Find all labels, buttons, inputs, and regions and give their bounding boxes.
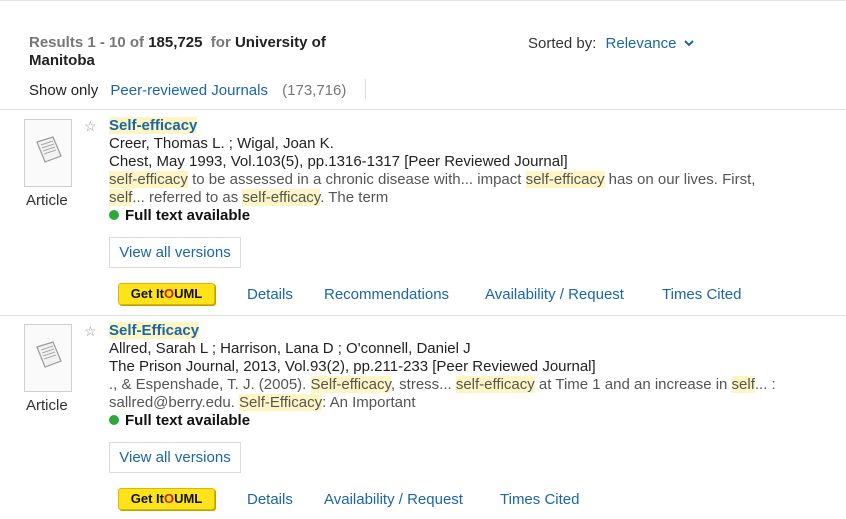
document-page-icon[interactable] bbox=[24, 119, 72, 187]
record-source: Chest, May 1993, Vol.103(5), pp.1316-131… bbox=[109, 153, 568, 170]
record-type: Article bbox=[26, 397, 68, 414]
star-outline-icon[interactable]: ☆ bbox=[84, 118, 97, 135]
record-title[interactable]: Self-Efficacy bbox=[109, 322, 200, 339]
record-title[interactable]: Self-efficacy bbox=[109, 117, 198, 134]
availability-request-link[interactable]: Availability / Request bbox=[324, 491, 463, 509]
filter-row: Show only Peer-reviewed Journals (173,71… bbox=[29, 79, 366, 100]
results-range: Results 1 - 10 of bbox=[29, 34, 145, 51]
snippet-text: ... referred to as bbox=[132, 189, 243, 206]
get-it-button[interactable]: Get ItOUML bbox=[118, 283, 215, 305]
peer-reviewed-facet-link[interactable]: Peer-reviewed Journals bbox=[110, 82, 268, 99]
snippet-text: , stress... bbox=[390, 376, 456, 393]
snippet-highlight: self-efficacy bbox=[242, 189, 321, 206]
snippet-highlight: self bbox=[731, 376, 755, 393]
green-dot-icon bbox=[109, 415, 119, 425]
results-summary: Results 1 - 10 of 185,725 for University… bbox=[29, 34, 389, 70]
full-text-label: Full text available bbox=[125, 412, 251, 429]
chevron-down-icon[interactable] bbox=[683, 34, 694, 52]
full-text-label: Full text available bbox=[125, 207, 251, 224]
record-title-link[interactable]: Self-Efficacy bbox=[109, 322, 200, 340]
result-record: Article ☆ Self-Efficacy Allred, Sarah L … bbox=[0, 315, 846, 519]
green-dot-icon bbox=[109, 210, 119, 220]
availability-request-link[interactable]: Availability / Request bbox=[485, 286, 624, 304]
snippet-text: ., & Espenshade, T. J. (2005). bbox=[109, 376, 311, 393]
times-cited-link[interactable]: Times Cited bbox=[500, 491, 579, 509]
snippet-highlight: Self-Efficacy bbox=[239, 394, 323, 411]
snippet-text: ... : bbox=[754, 376, 776, 393]
star-outline-icon[interactable]: ☆ bbox=[84, 323, 97, 340]
snippet-text: . The term bbox=[320, 189, 389, 206]
get-it-logo-icon: O bbox=[163, 491, 175, 506]
get-it-logo-icon: O bbox=[163, 286, 175, 301]
record-authors: Creer, Thomas L. ; Wigal, Joan K. bbox=[109, 135, 334, 152]
sort-value[interactable]: Relevance bbox=[606, 35, 677, 52]
record-type: Article bbox=[26, 192, 68, 209]
record-source: The Prison Journal, 2013, Vol.93(2), pp.… bbox=[109, 358, 596, 375]
details-link[interactable]: Details bbox=[247, 491, 293, 509]
times-cited-link[interactable]: Times Cited bbox=[662, 286, 741, 304]
snippet-text: has on our lives. First, bbox=[604, 171, 756, 188]
result-record: Article ☆ Self-efficacy Creer, Thomas L.… bbox=[0, 110, 846, 314]
view-all-versions-button[interactable]: View all versions bbox=[109, 442, 241, 473]
snippet-text: : An Important bbox=[322, 394, 416, 411]
top-border bbox=[0, 0, 846, 1]
record-snippet-line: ., & Espenshade, T. J. (2005). Self-effi… bbox=[109, 376, 829, 394]
snippet-highlight: self-efficacy bbox=[109, 171, 188, 188]
sort-label: Sorted by: bbox=[528, 35, 597, 52]
facet-count: (173,716) bbox=[282, 82, 347, 99]
record-snippet-line: self-efficacy to be assessed in a chroni… bbox=[109, 171, 829, 189]
record-snippet-line: sallred@berry.edu. Self-Efficacy: An Imp… bbox=[109, 394, 829, 412]
full-text-status: Full text available bbox=[109, 412, 250, 430]
results-for-label: for bbox=[210, 34, 231, 51]
facet-divider bbox=[364, 79, 366, 99]
recommendations-link[interactable]: Recommendations bbox=[324, 286, 449, 304]
record-snippet-line: self... referred to as self-efficacy. Th… bbox=[109, 189, 829, 207]
snippet-highlight: self-efficacy bbox=[525, 171, 605, 188]
snippet-highlight: Self-efficacy bbox=[310, 376, 391, 393]
snippet-text: at Time 1 and an increase in bbox=[534, 376, 732, 393]
full-text-status: Full text available bbox=[109, 207, 250, 225]
record-authors: Allred, Sarah L ; Harrison, Lana D ; O'c… bbox=[109, 340, 471, 357]
details-link[interactable]: Details bbox=[247, 286, 293, 304]
view-all-versions-button[interactable]: View all versions bbox=[109, 237, 241, 268]
results-total: 185,725 bbox=[148, 34, 203, 51]
get-it-button[interactable]: Get ItOUML bbox=[118, 488, 215, 510]
snippet-text: sallred@berry.edu. bbox=[109, 394, 240, 411]
snippet-highlight: self bbox=[109, 189, 133, 206]
snippet-highlight: self-efficacy bbox=[455, 376, 535, 393]
document-page-icon[interactable] bbox=[24, 324, 72, 392]
sort-control[interactable]: Sorted by: Relevance bbox=[528, 34, 694, 53]
show-only-label: Show only bbox=[29, 82, 99, 99]
record-title-link[interactable]: Self-efficacy bbox=[109, 117, 198, 135]
snippet-text: to be assessed in a chronic disease with… bbox=[187, 171, 526, 188]
